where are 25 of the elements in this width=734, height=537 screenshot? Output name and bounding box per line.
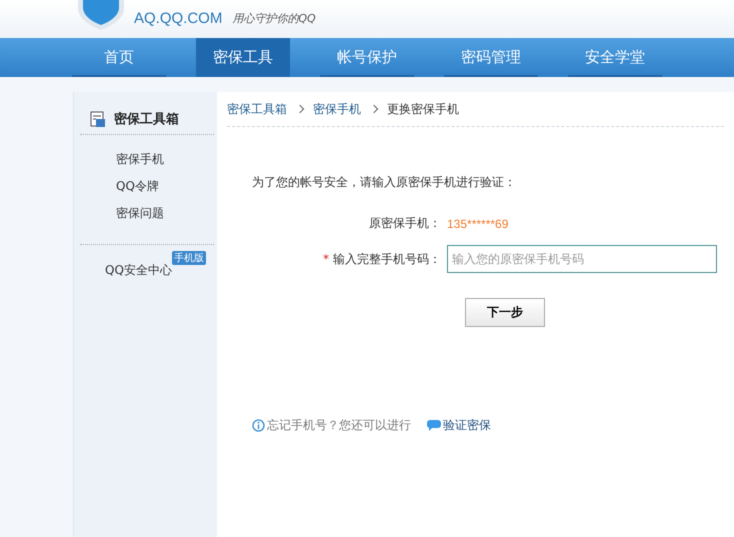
instruction-text: 为了您的帐号安全，请输入原密保手机进行验证： bbox=[252, 174, 517, 191]
site-name: AQ.QQ.COM bbox=[134, 10, 222, 29]
breadcrumb-link[interactable]: 密保手机 bbox=[313, 100, 361, 118]
sidebar-item[interactable]: QQ令牌 bbox=[116, 178, 214, 195]
required-mark: * bbox=[323, 252, 329, 266]
slogan: 用心守护你的QQ bbox=[232, 11, 316, 27]
phone-input-field[interactable]: 输入您的原密保手机号码 bbox=[447, 245, 717, 273]
sidebar-item[interactable]: 密保问题 bbox=[116, 205, 214, 222]
breadcrumb-link[interactable]: 密保工具箱 bbox=[227, 100, 287, 118]
sidebar-link[interactable]: QQ安全中心 bbox=[105, 263, 172, 277]
info-icon bbox=[252, 419, 265, 432]
breadcrumb-link[interactable]: 更换密保手机 bbox=[387, 100, 459, 118]
toolbox-icon bbox=[90, 110, 106, 128]
nav-tab[interactable]: 密保工具 bbox=[196, 38, 290, 77]
next-button[interactable]: 下一步 bbox=[465, 298, 545, 327]
shield-logo-icon bbox=[76, 0, 126, 30]
sidebar-title: 密保工具箱 bbox=[114, 110, 179, 128]
verify-link[interactable]: 验证密保 bbox=[443, 417, 491, 434]
sidebar-item[interactable]: 密保手机 bbox=[116, 151, 214, 168]
field-label: 输入完整手机号码： bbox=[333, 250, 441, 268]
speech-bubble-icon bbox=[427, 420, 441, 431]
help-text: 忘记手机号？您还可以进行 bbox=[267, 417, 411, 434]
badge: 手机版 bbox=[172, 251, 206, 265]
field-label: 原密保手机： bbox=[369, 215, 441, 232]
phone-number: 135******69 bbox=[447, 216, 508, 230]
